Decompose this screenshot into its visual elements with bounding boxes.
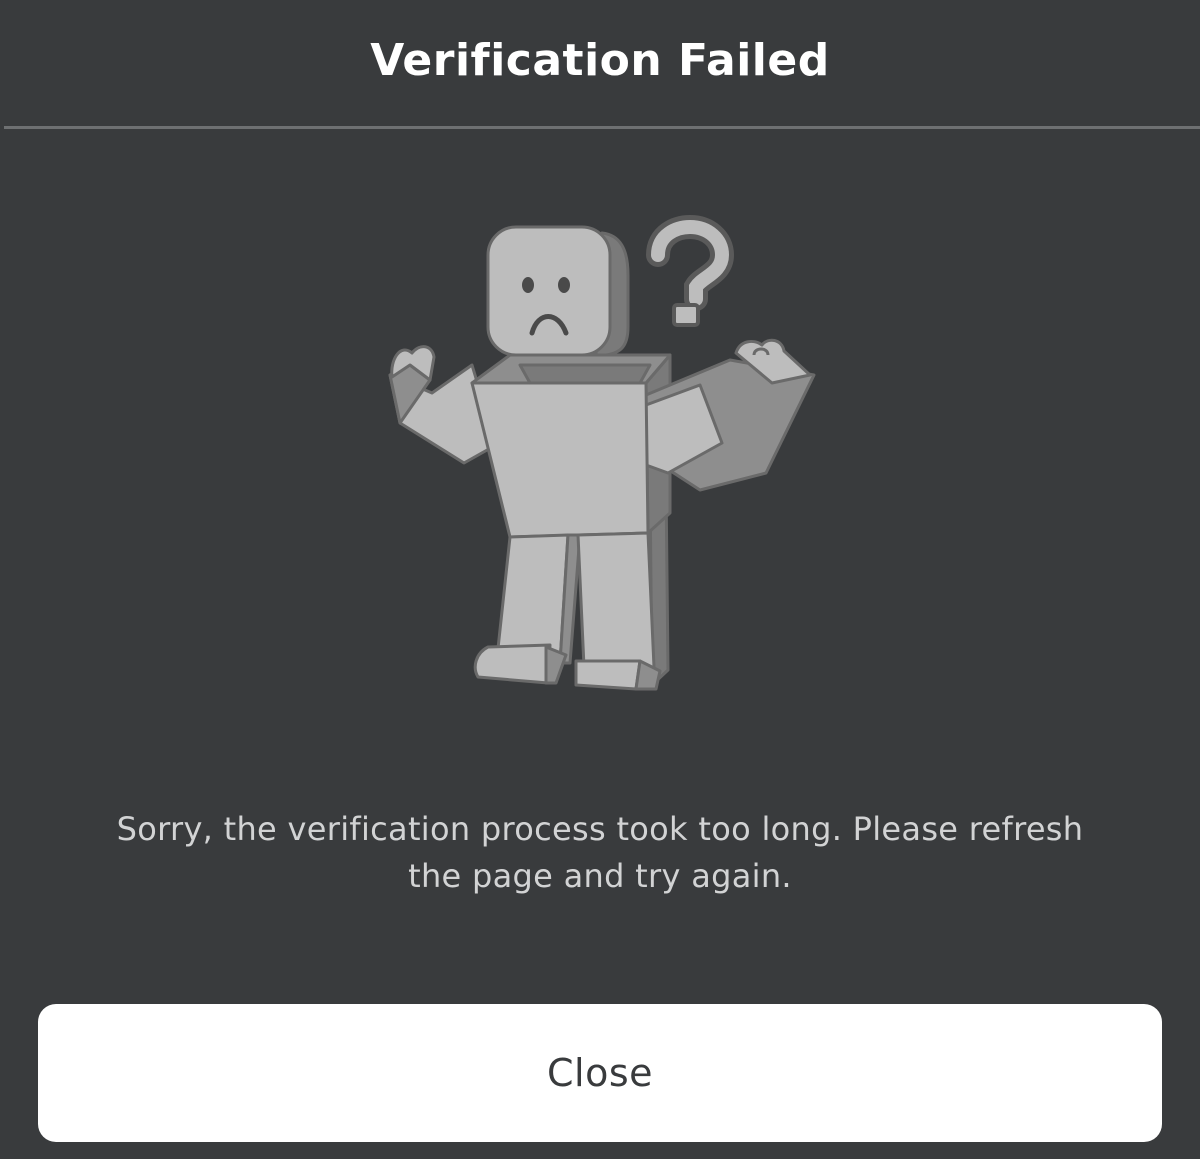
question-mark-icon: [646, 214, 735, 327]
dialog-header: Verification Failed: [0, 0, 1200, 126]
header-divider: [4, 126, 1200, 129]
verification-dialog: Verification Failed Sorry, the verificat…: [0, 0, 1200, 1159]
dialog-title: Verification Failed: [370, 34, 830, 86]
error-message: Sorry, the verification process took too…: [116, 810, 1084, 895]
close-button[interactable]: Close: [38, 1004, 1162, 1142]
confused-avatar-illustration: [370, 214, 830, 695]
